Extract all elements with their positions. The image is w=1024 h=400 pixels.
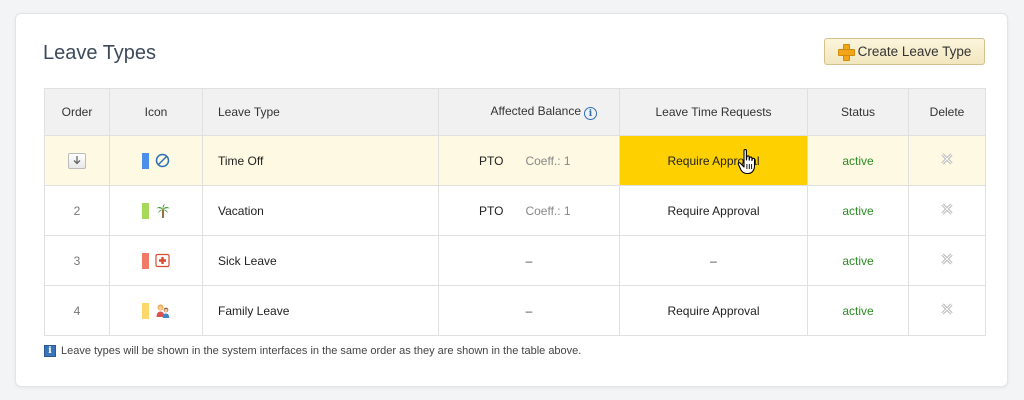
header-affected-balance-label: Affected Balance [490,103,581,118]
create-leave-type-label: Create Leave Type [857,44,972,59]
header-affected-balance: Affected Balance i [438,88,620,136]
table-row[interactable]: 2 Vacation PTO Coeff.: 1 Require Approva… [44,185,986,236]
status-badge: active [807,285,909,336]
balance-coefficient: Coeff.: 1 [525,153,571,168]
color-swatch [141,252,149,269]
order-cell: 4 [44,285,110,336]
order-cell: 3 [44,235,110,286]
delete-x-icon[interactable] [941,153,953,165]
table-header-row: Order Icon Leave Type Affected Balance i … [44,88,986,136]
first-aid-icon [155,253,171,269]
balance-cell: – [438,285,620,336]
create-leave-type-button[interactable]: Create Leave Type [824,38,985,65]
icon-cell [109,135,203,186]
balance-coefficient: Coeff.: 1 [525,203,571,218]
leave-type-name[interactable]: Sick Leave [202,235,439,286]
leave-time-requests-cell[interactable]: – [619,235,808,286]
status-badge: active [807,185,909,236]
header-leave-time-requests: Leave Time Requests [619,88,808,136]
header-icon: Icon [109,88,203,136]
color-swatch [141,302,149,319]
delete-cell [908,135,986,186]
plus-icon [837,44,855,61]
header-status: Status [807,88,909,136]
icon-cell [109,285,203,336]
leave-time-requests-cell[interactable]: Require Approval [619,185,808,236]
info-icon[interactable]: i [584,107,597,121]
color-swatch [141,152,149,169]
balance-name: PTO [479,153,504,168]
footer-note-text: Leave types will be shown in the system … [61,345,582,357]
header-order[interactable]: Order [44,88,110,136]
table-row[interactable]: 3 Sick Leave – – active [44,235,986,286]
move-down-button[interactable] [68,152,86,169]
order-cell [44,135,110,186]
icon-cell [109,185,203,236]
palm-tree-icon [155,203,171,219]
table-row[interactable]: 4 Family Leave – Require Approval active [44,285,986,336]
info-icon: i [44,345,56,357]
leave-time-requests-value: Require Approval [667,153,760,168]
footer-note: i Leave types will be shown in the syste… [44,345,581,357]
delete-cell [908,185,986,236]
arrow-down-icon [73,156,81,165]
no-entry-icon [155,153,171,169]
icon-cell [109,235,203,286]
status-badge: active [807,135,909,186]
leave-type-name[interactable]: Family Leave [202,285,439,336]
leave-type-name[interactable]: Time Off [202,135,439,186]
delete-x-icon[interactable] [941,203,953,215]
balance-name: PTO [479,203,504,218]
leave-type-name[interactable]: Vacation [202,185,439,236]
header-delete: Delete [908,88,986,136]
delete-x-icon[interactable] [941,253,953,265]
family-icon [155,303,171,319]
delete-cell [908,285,986,336]
leave-time-requests-cell[interactable]: Require Approval [619,135,808,186]
leave-types-table: Order Icon Leave Type Affected Balance i … [44,88,986,336]
color-swatch [141,202,149,219]
leave-time-requests-cell[interactable]: Require Approval [619,285,808,336]
table-row[interactable]: Time Off PTO Coeff.: 1 Require Approval … [44,135,986,186]
balance-cell: PTO Coeff.: 1 [438,185,620,236]
balance-cell: PTO Coeff.: 1 [438,135,620,186]
leave-types-panel: Leave Types Create Leave Type Order Icon… [15,13,1008,387]
header-leave-type[interactable]: Leave Type [202,88,439,136]
delete-cell [908,235,986,286]
delete-x-icon[interactable] [941,303,953,315]
page-title: Leave Types [43,42,157,64]
order-cell: 2 [44,185,110,236]
balance-cell: – [438,235,620,286]
status-badge: active [807,235,909,286]
